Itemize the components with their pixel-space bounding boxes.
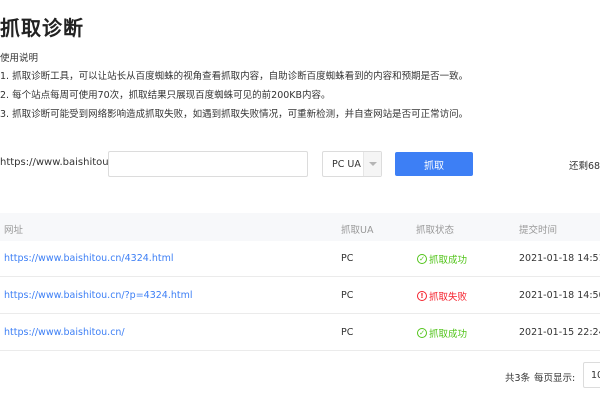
row-status-text: 抓取成功 (429, 255, 468, 266)
per-page-select[interactable]: 10 (583, 362, 600, 388)
per-page-value: 10 (591, 370, 600, 381)
remaining-count: 还剩68 (569, 161, 600, 172)
header-url: 网址 (4, 225, 24, 236)
instructions-heading: 使用说明 (0, 53, 39, 64)
row-ua: PC (341, 290, 354, 301)
row-status-text: 抓取成功 (429, 329, 468, 340)
row-url-link[interactable]: https://www.baishitou.cn/ (4, 327, 125, 338)
row-status: ! 抓取失败 (417, 289, 467, 303)
row-ua: PC (341, 327, 354, 338)
pagination-per-page-label: 每页显示: (534, 373, 576, 384)
page-title: 抓取诊断 (0, 16, 84, 40)
instruction-line: 2. 每个站点每周可使用70次，抓取结果只展现百度蜘蛛可见的前200KB内容。 (0, 90, 331, 101)
fetch-button[interactable]: 抓取 (395, 152, 473, 176)
table-row: https://www.baishitou.cn/4324.html PC ✓ … (0, 241, 600, 277)
row-url-link[interactable]: https://www.baishitou.cn/?p=4324.html (4, 290, 193, 301)
ua-select[interactable]: PC UA (322, 151, 382, 177)
instruction-line: 1. 抓取诊断工具，可以让站长从百度蜘蛛的视角查看抓取内容，自助诊断百度蜘蛛看到… (0, 71, 469, 82)
row-status: ✓ 抓取成功 (417, 326, 467, 340)
caret-down-icon (369, 162, 377, 166)
instruction-line: 3. 抓取诊断可能受到网络影响造成抓取失败，如遇到抓取失败情况，可重新检测，并自… (0, 109, 469, 120)
url-path-input[interactable] (108, 151, 308, 177)
table-row: https://www.baishitou.cn/?p=4324.html PC… (0, 278, 600, 314)
check-circle-icon: ✓ (417, 254, 427, 264)
table-header: 网址 抓取UA 抓取状态 提交时间 (0, 213, 600, 241)
header-ua: 抓取UA (341, 225, 374, 236)
table-row: https://www.baishitou.cn/ PC ✓ 抓取成功 2021… (0, 315, 600, 351)
check-circle-icon: ✓ (417, 328, 427, 338)
row-status: ✓ 抓取成功 (417, 252, 467, 266)
exclamation-circle-icon: ! (417, 291, 427, 301)
row-time: 2021-01-18 14:51 (519, 253, 600, 264)
row-time: 2021-01-18 14:50 (519, 290, 600, 301)
header-status: 抓取状态 (416, 225, 455, 236)
pagination-total: 共3条 (505, 373, 531, 384)
row-ua: PC (341, 253, 354, 264)
row-url-link[interactable]: https://www.baishitou.cn/4324.html (4, 253, 173, 264)
row-time: 2021-01-15 22:24 (519, 327, 600, 338)
ua-select-arrow[interactable] (363, 152, 381, 176)
row-status-text: 抓取失败 (429, 292, 468, 303)
header-time: 提交时间 (519, 225, 558, 236)
ua-select-value: PC UA (332, 159, 361, 170)
